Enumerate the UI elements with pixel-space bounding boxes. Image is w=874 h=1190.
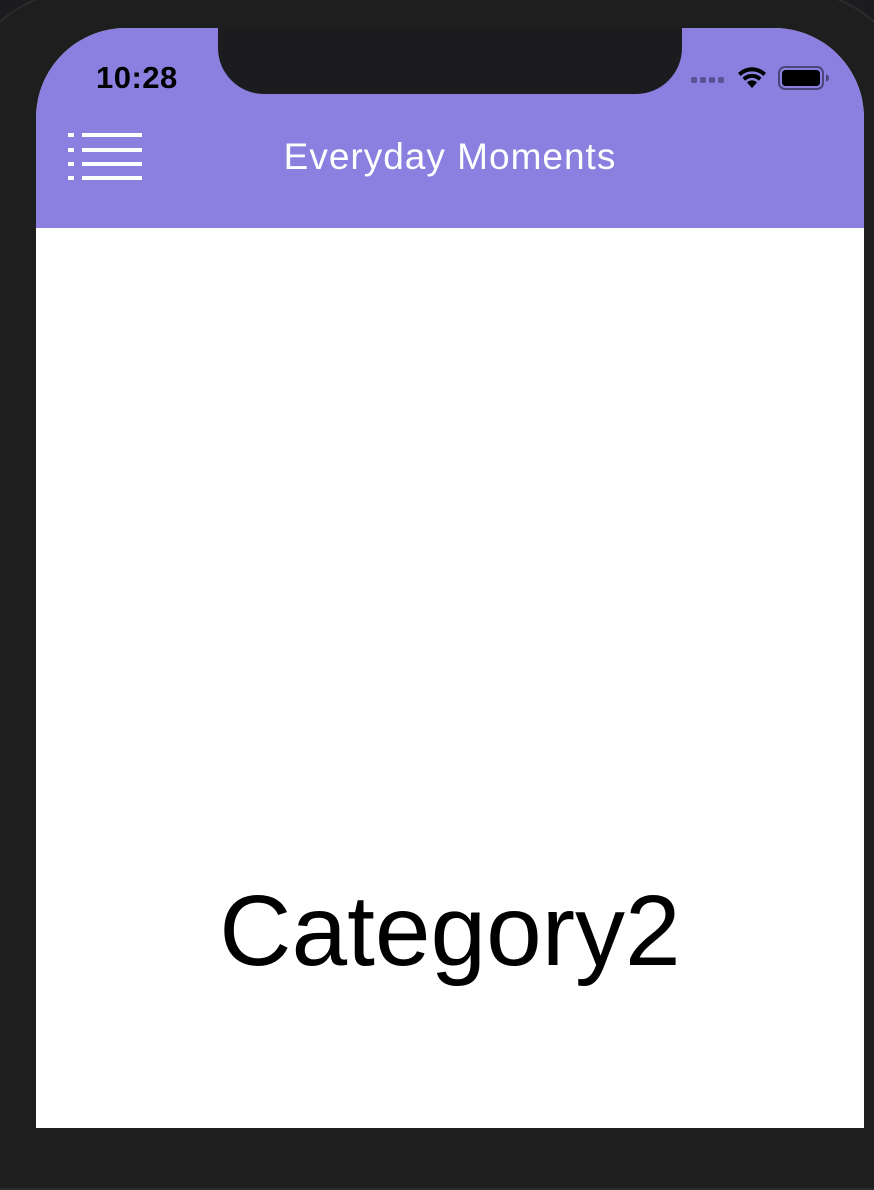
wifi-icon — [736, 66, 768, 90]
battery-icon — [778, 65, 830, 91]
device-notch — [218, 28, 682, 94]
category-label: Category2 — [219, 875, 681, 987]
app-screen: 10:28 Everyday Moments Category2 — [36, 28, 864, 1128]
cellular-signal-icon — [691, 73, 724, 83]
status-bar-icons — [691, 64, 830, 92]
status-bar-time: 10:28 — [96, 60, 178, 95]
page-title: Everyday Moments — [283, 136, 617, 177]
